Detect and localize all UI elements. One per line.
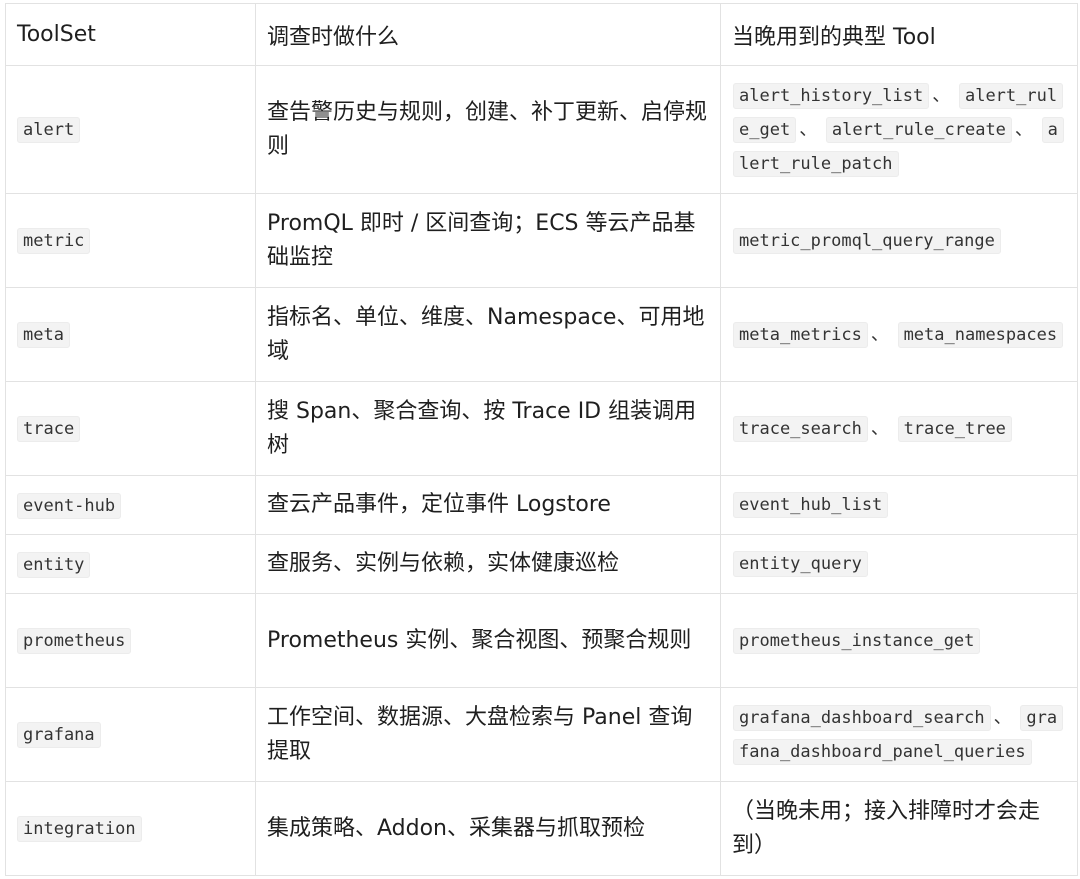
toolset-name: meta <box>17 322 70 348</box>
table-row: grafana 工作空间、数据源、大盘检索与 Panel 查询提取 grafan… <box>5 687 1078 782</box>
tool-name: alert_history_list <box>733 82 930 109</box>
toolset-cell: meta <box>5 287 256 382</box>
header-description: 调查时做什么 <box>255 3 721 66</box>
separator: 、 <box>993 706 1012 728</box>
tool-cell: entity_query <box>720 534 1078 594</box>
toolset-cell: prometheus <box>5 593 256 688</box>
tool-cell: event_hub_list <box>720 475 1078 535</box>
description-cell: 查云产品事件，定位事件 Logstore <box>255 475 721 535</box>
tool-cell: trace_search、 trace_tree <box>720 381 1078 476</box>
tool-cell: prometheus_instance_get <box>720 593 1078 688</box>
tool-name: meta_namespaces <box>897 321 1064 348</box>
table-header-row: ToolSet 调查时做什么 当晚用到的典型 Tool <box>5 3 1078 66</box>
description-cell: 查服务、实例与依赖，实体健康巡检 <box>255 534 721 594</box>
table-row: prometheus Prometheus 实例、聚合视图、预聚合规则 prom… <box>5 593 1078 688</box>
table-row: alert 查告警历史与规则，创建、补丁更新、启停规则 alert_histor… <box>5 65 1078 194</box>
toolset-table: ToolSet 调查时做什么 当晚用到的典型 Tool alert 查告警历史与… <box>5 3 1078 876</box>
toolset-cell: trace <box>5 381 256 476</box>
description-cell: PromQL 即时 / 区间查询；ECS 等云产品基础监控 <box>255 193 721 288</box>
tool-name: trace_tree <box>897 415 1012 442</box>
header-toolset: ToolSet <box>5 3 256 66</box>
toolset-cell: entity <box>5 534 256 594</box>
toolset-name: entity <box>17 551 91 578</box>
tool-name: prometheus_instance_get <box>733 627 981 654</box>
tool-cell: meta_metrics、 meta_namespaces <box>720 287 1078 382</box>
table-row: integration 集成策略、Addon、采集器与抓取预检 （当晚未用；接入… <box>5 781 1078 876</box>
header-typical-tool: 当晚用到的典型 Tool <box>720 3 1078 66</box>
description-cell: 搜 Span、聚合查询、按 Trace ID 组装调用树 <box>255 381 721 476</box>
table-row: metric PromQL 即时 / 区间查询；ECS 等云产品基础监控 met… <box>5 193 1078 288</box>
separator: 、 <box>799 118 818 140</box>
toolset-cell: integration <box>5 781 256 876</box>
toolset-cell: grafana <box>5 687 256 782</box>
tool-name: metric_promql_query_range <box>733 227 1001 254</box>
toolset-name: event-hub <box>17 492 122 519</box>
tool-name: event_hub_list <box>733 492 889 518</box>
toolset-name: integration <box>17 816 142 842</box>
tool-name: meta_metrics <box>733 321 868 348</box>
tool-note-cell: （当晚未用；接入排障时才会走到） <box>720 781 1078 876</box>
tool-name: grafana_dashboard_search <box>733 704 991 731</box>
description-cell: 集成策略、Addon、采集器与抓取预检 <box>255 781 721 876</box>
separator: 、 <box>870 417 889 439</box>
toolset-name: alert <box>17 117 81 143</box>
description-cell: 指标名、单位、维度、Namespace、可用地域 <box>255 287 721 382</box>
tool-name: trace_search <box>733 415 868 442</box>
toolset-name: grafana <box>17 722 101 748</box>
table-row: entity 查服务、实例与依赖，实体健康巡检 entity_query <box>5 534 1078 594</box>
table-row: meta 指标名、单位、维度、Namespace、可用地域 meta_metri… <box>5 287 1078 382</box>
tool-name: alert_rule_create <box>825 116 1012 143</box>
toolset-name: metric <box>17 228 91 254</box>
toolset-name: prometheus <box>17 628 132 654</box>
separator: 、 <box>932 84 951 106</box>
tool-cell: alert_history_list、 alert_rule_get、 aler… <box>720 65 1078 194</box>
table-row: event-hub 查云产品事件，定位事件 Logstore event_hub… <box>5 475 1078 535</box>
separator: 、 <box>870 323 889 345</box>
separator: 、 <box>1014 118 1033 140</box>
description-cell: 查告警历史与规则，创建、补丁更新、启停规则 <box>255 65 721 194</box>
toolset-cell: event-hub <box>5 475 256 535</box>
description-cell: 工作空间、数据源、大盘检索与 Panel 查询提取 <box>255 687 721 782</box>
tool-cell: metric_promql_query_range <box>720 193 1078 288</box>
toolset-cell: metric <box>5 193 256 288</box>
toolset-name: trace <box>17 416 81 442</box>
table-row: trace 搜 Span、聚合查询、按 Trace ID 组装调用树 trace… <box>5 381 1078 476</box>
toolset-cell: alert <box>5 65 256 194</box>
tool-cell: grafana_dashboard_search、 grafana_dashbo… <box>720 687 1078 782</box>
tool-name: entity_query <box>733 551 868 577</box>
description-cell: Prometheus 实例、聚合视图、预聚合规则 <box>255 593 721 688</box>
